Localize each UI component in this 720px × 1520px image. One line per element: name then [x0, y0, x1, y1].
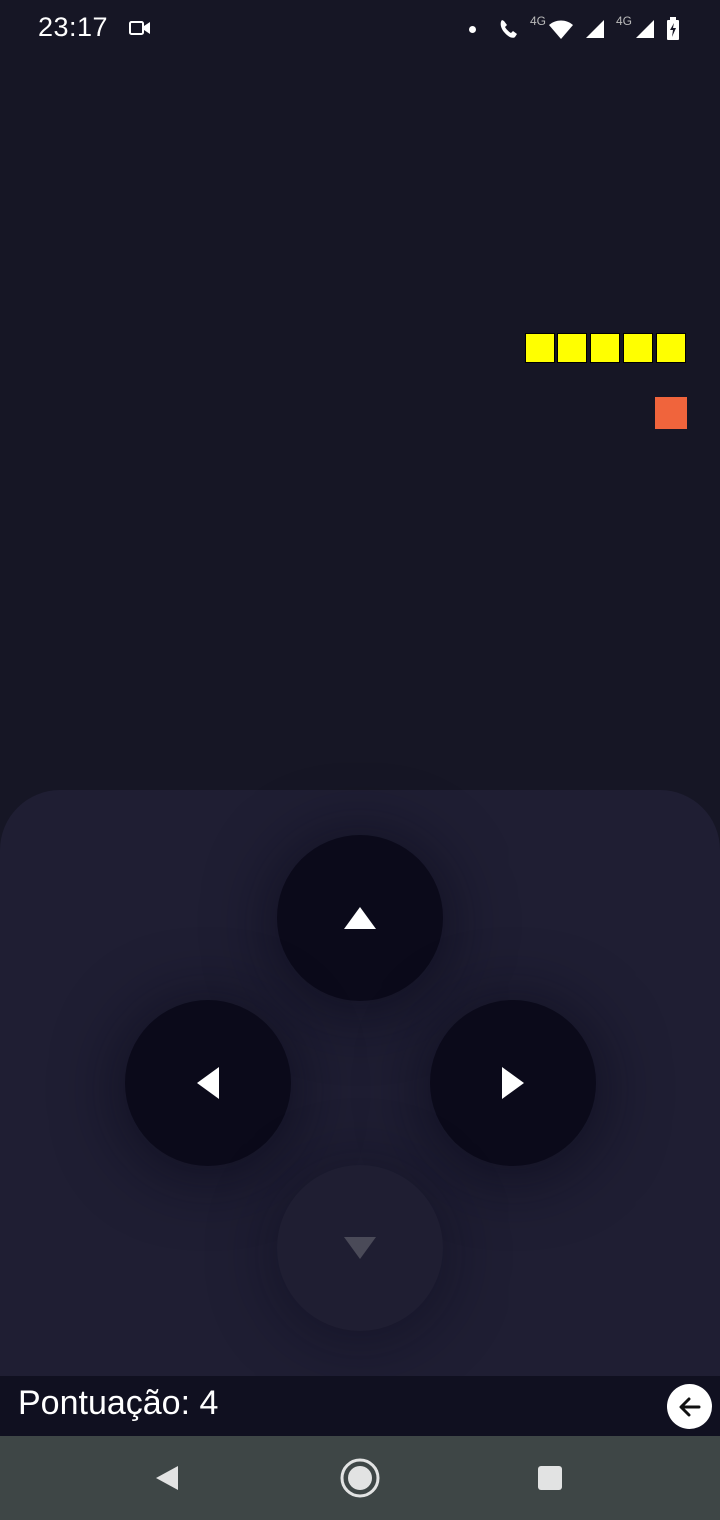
battery-charging-icon — [667, 17, 679, 40]
network-type-label-2: 4G — [615, 14, 632, 28]
nav-home-button[interactable] — [338, 1456, 382, 1500]
signal-icon-2 — [636, 20, 654, 38]
down-button[interactable] — [277, 1165, 443, 1331]
snake-head — [656, 333, 686, 363]
arrow-up-icon — [344, 907, 376, 929]
status-icons: 4G 4G — [468, 14, 680, 44]
snake-segment — [590, 333, 620, 363]
right-button[interactable] — [430, 1000, 596, 1166]
wifi-calling-icon — [500, 20, 517, 38]
home-circle-icon — [340, 1458, 380, 1498]
up-button[interactable] — [277, 835, 443, 1001]
arrow-left-icon — [197, 1067, 219, 1099]
arrow-down-icon — [344, 1237, 376, 1259]
clock: 23:17 — [38, 12, 109, 42]
recents-square-icon — [538, 1466, 562, 1490]
exit-game-button[interactable] — [667, 1384, 712, 1429]
back-triangle-icon — [156, 1466, 178, 1490]
system-nav-bar — [0, 1436, 720, 1520]
arrow-right-icon — [502, 1067, 524, 1099]
wifi-icon — [548, 20, 573, 39]
notification-dot-icon — [468, 25, 476, 33]
arrow-back-icon — [679, 1397, 700, 1416]
network-type-label: 4G — [529, 14, 546, 28]
food-item — [655, 397, 687, 429]
video-camera-icon — [129, 21, 150, 35]
snake-segment — [623, 333, 653, 363]
control-pad — [0, 790, 720, 1376]
game-field — [0, 56, 720, 790]
snake-segment — [525, 333, 555, 363]
snake-segment — [557, 333, 587, 363]
nav-back-button[interactable] — [145, 1456, 189, 1500]
left-button[interactable] — [125, 1000, 291, 1166]
signal-icon — [585, 20, 604, 38]
score-label: Pontuação: 4 — [18, 1384, 219, 1422]
nav-recents-button[interactable] — [528, 1456, 572, 1500]
status-bar: 23:17 4G 4G — [0, 0, 720, 56]
score-bar: Pontuação: 4 — [0, 1376, 720, 1436]
